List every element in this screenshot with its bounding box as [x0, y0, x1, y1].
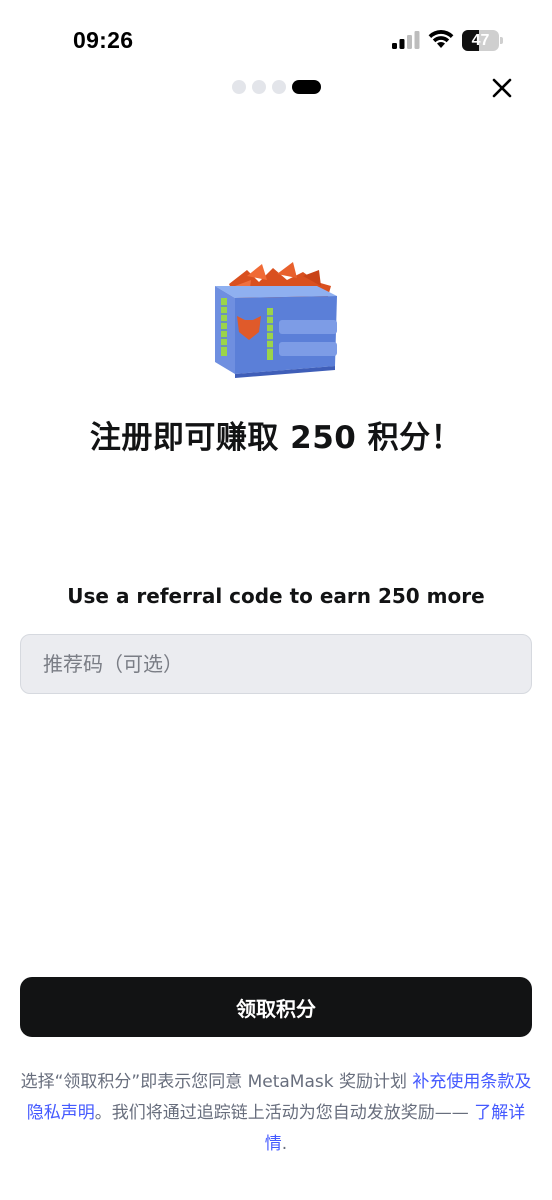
battery-level: 47: [471, 32, 490, 49]
status-time: 09:26: [73, 27, 134, 53]
progress-dot: [232, 80, 246, 94]
battery-icon: 47: [462, 30, 504, 51]
reward-box-illustration: [215, 262, 337, 378]
referral-heading: Use a referral code to earn 250 more: [67, 584, 485, 608]
page-title: 注册即可赚取 250 积分！: [89, 420, 463, 456]
legal-text-part: .: [281, 1134, 288, 1154]
legal-text-part: 。我们将通过追踪链上活动为您自动发放奖励——: [94, 1103, 475, 1123]
progress-dot: [272, 80, 286, 94]
close-icon[interactable]: [486, 72, 518, 104]
referral-code-input[interactable]: [20, 634, 532, 694]
progress-dot: [252, 80, 266, 94]
wifi-icon: [428, 30, 454, 48]
progress-dot-active: [292, 80, 321, 94]
signal-icon: [392, 31, 420, 49]
legal-text-part: 选择“领取积分”即表示您同意 MetaMask 奖励计划: [20, 1072, 413, 1092]
status-bar: 09:26 47: [0, 0, 552, 80]
legal-disclaimer: 选择“领取积分”即表示您同意 MetaMask 奖励计划 补充使用条款及隐私声明…: [18, 1067, 534, 1160]
screen: 09:26 47 注册即可赚取 250 积分！ Use a referral c…: [0, 0, 552, 1200]
onboarding-progress: [232, 80, 321, 96]
claim-points-button[interactable]: 领取积分: [20, 977, 532, 1037]
